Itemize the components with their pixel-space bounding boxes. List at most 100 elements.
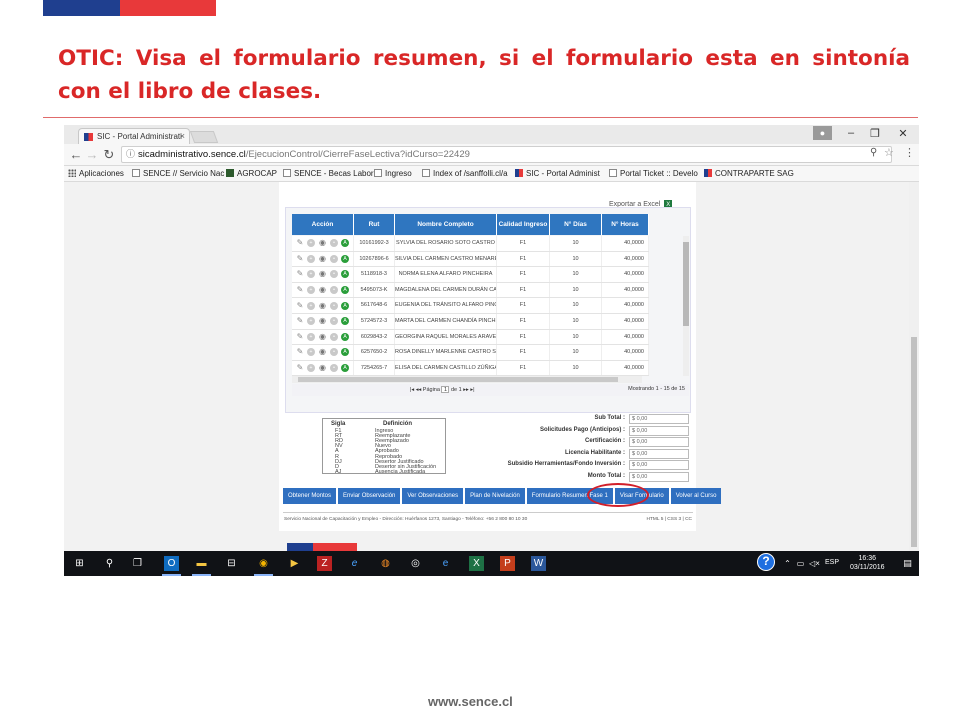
browser-tab[interactable]: SIC - Portal Administrati × [78, 128, 190, 144]
view-icon[interactable]: ◉ [318, 286, 327, 294]
clock[interactable]: 16:36 03/11/2016 [850, 554, 885, 572]
edit-icon[interactable]: ✎ [296, 286, 304, 294]
status-icon[interactable]: A [341, 254, 349, 263]
grid-horizontal-thumb[interactable] [298, 377, 618, 382]
internet-explorer-icon[interactable]: e [347, 556, 362, 571]
table-row[interactable]: ✎ + ◉ • A 5617648-6 EUGENIA DEL TRÁNSITO ALFAR… [292, 298, 649, 314]
settings-icon[interactable]: • [330, 254, 338, 263]
table-row[interactable]: ✎ + ◉ • A 6257650-2 ROSA DINELLY MARLENNE CAST… [292, 345, 649, 361]
settings-icon[interactable]: • [330, 364, 338, 373]
excel-taskbar-icon[interactable]: X [469, 556, 484, 571]
chrome-icon[interactable]: ◉ [254, 556, 273, 576]
table-row[interactable]: ✎ + ◉ • A 10161992-3 SYLVIA DEL ROSARIO SOTO C… [292, 236, 649, 252]
view-icon[interactable]: ◉ [318, 332, 327, 341]
edit-icon[interactable]: ✎ [296, 348, 304, 356]
settings-icon[interactable]: • [330, 286, 338, 295]
edge-icon[interactable]: e [438, 556, 453, 571]
status-icon[interactable]: A [341, 286, 349, 295]
add-icon[interactable]: + [307, 301, 315, 310]
first-page-icon[interactable]: |◂ [410, 387, 414, 393]
url-input[interactable]: ⓘ sicadministrativo.sence.cl/EjecucionCo… [121, 146, 892, 163]
user-icon[interactable]: ● [813, 126, 832, 140]
add-icon[interactable]: + [307, 254, 315, 263]
settings-icon[interactable]: • [330, 301, 338, 310]
total-value-field[interactable]: $ 0,00 [629, 448, 689, 459]
action-button-1[interactable]: Enviar Observación [338, 488, 401, 504]
forward-icon[interactable]: → [84, 147, 100, 162]
add-icon[interactable]: + [307, 348, 315, 357]
last-page-icon[interactable]: ▸| [470, 387, 474, 393]
column-header[interactable]: N° Días [550, 214, 602, 235]
view-icon[interactable]: ◉ [318, 364, 327, 372]
back-icon[interactable]: ← [68, 147, 84, 162]
table-row[interactable]: ✎ + ◉ • A 5495073-K MAGDALENA DEL CARMEN DURÁN… [292, 282, 649, 299]
action-button-3[interactable]: Plan de Nivelación [465, 488, 525, 504]
grid-scrollbar-thumb[interactable] [683, 242, 689, 326]
settings-icon[interactable]: • [330, 270, 338, 279]
column-header[interactable]: N° Horas [602, 214, 649, 235]
view-icon[interactable]: ◉ [318, 348, 327, 356]
edit-icon[interactable]: ✎ [296, 239, 304, 247]
bookmark-item[interactable]: SENCE // Servicio Nac [132, 169, 224, 178]
bookmark-item[interactable]: Index of /sanffolli.cl/a [422, 169, 508, 178]
column-header[interactable]: Nombre Completo [395, 214, 497, 235]
zoom-icon[interactable]: ⚲ [870, 147, 877, 158]
settings-icon[interactable]: • [330, 348, 338, 357]
powerpoint-icon[interactable]: P [500, 556, 515, 571]
edit-icon[interactable]: ✎ [296, 364, 304, 372]
info-icon[interactable]: ⓘ [126, 147, 135, 162]
language-indicator[interactable]: ESP [825, 559, 839, 566]
bookmark-item[interactable]: Portal Ticket :: Develo [609, 169, 698, 178]
table-row[interactable]: ✎ + ◉ • A 6029843-2 GEORGINA RAQUEL MORALES AR… [292, 329, 649, 346]
view-icon[interactable]: ◉ [318, 317, 327, 325]
outlook-icon[interactable]: O [162, 556, 181, 576]
status-icon[interactable]: A [341, 239, 349, 248]
settings-icon[interactable]: • [330, 317, 338, 326]
bookmark-item[interactable]: SENCE - Becas Labora [283, 169, 378, 178]
next-page-icon[interactable]: ▸▸ [463, 387, 469, 393]
filezilla-icon[interactable]: Z [317, 556, 332, 571]
restore-icon[interactable]: ❐ [865, 127, 885, 140]
total-value-field[interactable]: $ 0,00 [629, 460, 689, 470]
task-view-icon[interactable]: ❐ [130, 556, 145, 571]
action-button-6[interactable]: Volver al Curso [670, 488, 722, 504]
page-number-input[interactable]: 1 [441, 386, 450, 393]
window-close-icon[interactable]: ✕ [893, 127, 913, 140]
status-icon[interactable]: A [341, 270, 349, 279]
bookmark-item[interactable]: SIC - Portal Administ [515, 169, 600, 178]
add-icon[interactable]: + [307, 364, 315, 373]
app-icon[interactable]: ◍ [378, 556, 393, 571]
page-scrollbar-thumb[interactable] [911, 337, 917, 547]
minimize-icon[interactable]: – [841, 127, 861, 139]
view-icon[interactable]: ◉ [318, 254, 327, 263]
new-tab-button[interactable] [189, 131, 219, 143]
grid-horizontal-scrollbar[interactable] [292, 376, 642, 383]
column-header[interactable]: Rut [354, 214, 395, 235]
bookmark-item[interactable]: AGROCAP [226, 169, 277, 178]
edit-icon[interactable]: ✎ [296, 332, 304, 341]
settings-icon[interactable]: • [330, 239, 338, 248]
view-icon[interactable]: ◉ [318, 270, 327, 278]
windows-start-icon[interactable]: ⊞ [72, 556, 87, 571]
network-icon[interactable]: ▭ [793, 556, 808, 571]
table-row[interactable]: ✎ + ◉ • A 10267896-6 SILVIA DEL CARMEN CASTRO … [292, 251, 649, 268]
status-icon[interactable]: A [341, 332, 349, 341]
volume-icon[interactable]: ◁× [807, 556, 822, 571]
settings-icon[interactable]: • [330, 332, 338, 341]
bookmark-star-icon[interactable]: ☆ [884, 146, 894, 159]
action-button-0[interactable]: Obtener Montos [283, 488, 337, 504]
file-explorer-icon[interactable]: ▬ [192, 556, 211, 576]
column-header[interactable]: Calidad Ingreso [497, 214, 550, 235]
total-value-field[interactable]: $ 0,00 [629, 414, 689, 424]
table-row[interactable]: ✎ + ◉ • A 7254265-7 ELISA DEL CARMEN CASTILLO … [292, 360, 649, 377]
menu-icon[interactable]: ⋮ [904, 146, 915, 159]
grid-scrollbar[interactable] [683, 236, 689, 376]
column-header[interactable]: Acción [292, 214, 354, 235]
add-icon[interactable]: + [307, 332, 315, 341]
status-icon[interactable]: A [341, 301, 349, 310]
add-icon[interactable]: + [307, 317, 315, 326]
media-icon[interactable]: ▶ [287, 556, 302, 571]
status-icon[interactable]: A [341, 364, 349, 373]
search-icon[interactable]: ⚲ [102, 556, 117, 571]
store-icon[interactable]: ⊟ [224, 556, 239, 571]
